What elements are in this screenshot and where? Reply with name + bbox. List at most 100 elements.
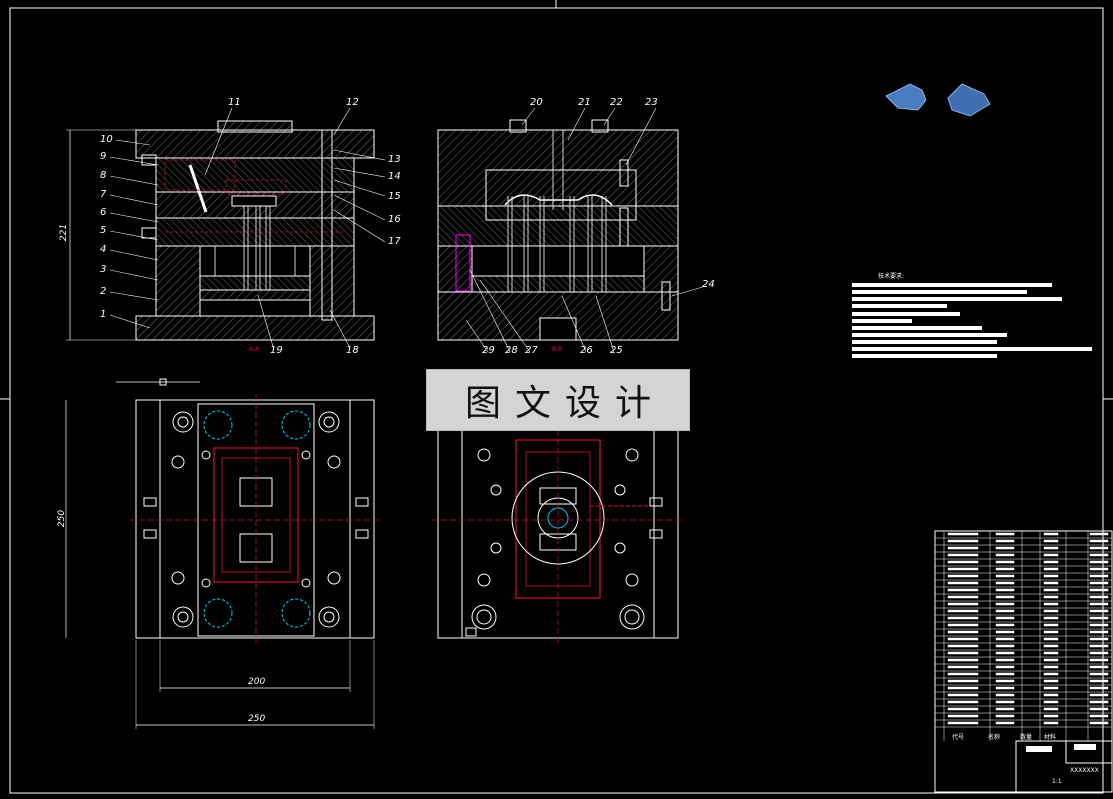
parts-list-cell-text	[1043, 714, 1059, 718]
watermark-text: 图文设计	[464, 383, 665, 424]
dimension-width-outer: 250	[248, 714, 266, 724]
parts-list-cell-text	[947, 588, 979, 592]
parts-list-cell-text	[947, 581, 979, 585]
parts-list-cell-text	[947, 693, 979, 697]
parts-list-cell-text	[947, 672, 979, 676]
parts-list-cell-text	[1043, 560, 1059, 564]
parts-list-cell-text	[947, 609, 979, 613]
part-label-9: 9	[100, 151, 107, 162]
parts-list-cell-text	[995, 644, 1015, 648]
technical-requirements-text	[852, 283, 1092, 358]
parts-list-cell-text	[947, 651, 979, 655]
parts-list-cell-text	[1089, 595, 1109, 599]
parts-list-cell-text	[995, 539, 1015, 543]
part-label-16: 16	[388, 214, 401, 225]
part-label-18: 18	[346, 345, 359, 356]
parts-list-cell-text	[995, 686, 1015, 690]
parts-list-cell-text	[1043, 672, 1059, 676]
watermark-banner: 图文设计	[426, 369, 690, 431]
parts-list-cell-text	[1043, 644, 1059, 648]
parts-list-cell-text	[1089, 721, 1109, 725]
parts-list-cell-text	[1043, 700, 1059, 704]
parts-list-cell-text	[947, 686, 979, 690]
parts-list-cell-text	[947, 700, 979, 704]
parts-list-cell-text	[947, 602, 979, 606]
parts-list-cell-text	[995, 588, 1015, 592]
parts-list-cell-text	[995, 700, 1015, 704]
parts-list-cell-text	[1043, 574, 1059, 578]
parts-list-cell-text	[947, 553, 979, 557]
parts-list-cell-text	[995, 567, 1015, 571]
title-block-name-col: 名称	[988, 734, 1001, 741]
parts-list-cell-text	[947, 637, 979, 641]
parts-list-cell-text	[995, 560, 1015, 564]
parts-list-cell-text	[1089, 602, 1109, 606]
parts-list-cell-text	[947, 595, 979, 599]
part-label-13: 13	[388, 154, 401, 165]
parts-list-cell-text	[995, 658, 1015, 662]
part-label-21: 21	[578, 97, 591, 108]
parts-list-cell-text	[1089, 581, 1109, 585]
parts-list-cell-text	[1043, 693, 1059, 697]
part-label-8: 8	[100, 170, 107, 181]
parts-list-cell-text	[947, 665, 979, 669]
parts-list-cell-text	[1043, 651, 1059, 655]
parts-list-cell-text	[947, 721, 979, 725]
parts-list-cell-text	[1089, 623, 1109, 627]
dimension-height: 221	[59, 223, 70, 242]
parts-list-cell-text	[995, 721, 1015, 725]
parts-list-cell-text	[947, 532, 979, 536]
parts-list-cell-text	[1043, 665, 1059, 669]
plan-view-fixed	[65, 378, 380, 729]
part-isometric-view	[885, 83, 991, 117]
part-label-22: 22	[610, 97, 623, 108]
part-label-3: 3	[100, 264, 107, 275]
part-label-7: 7	[100, 189, 107, 200]
parts-list-cell-text	[947, 616, 979, 620]
parts-list-cell-text	[995, 665, 1015, 669]
title-block-qty-col: 数量	[1020, 734, 1033, 741]
plan-view-moving	[432, 394, 684, 644]
parts-list-cell-text	[1043, 546, 1059, 550]
parts-list-cell-text	[1043, 595, 1059, 599]
parts-list-cell-text	[1043, 553, 1059, 557]
parts-list-cell-text	[1089, 616, 1109, 620]
part-label-14: 14	[388, 171, 401, 182]
parts-list-cell-text	[1043, 609, 1059, 613]
parts-list-cell-text	[1089, 700, 1109, 704]
part-label-20: 20	[530, 97, 543, 108]
parts-list-cell-text	[995, 679, 1015, 683]
parts-list-cell-text	[1089, 707, 1109, 711]
parts-list-cell-text	[947, 630, 979, 634]
parts-list-cell-text	[995, 651, 1015, 655]
parts-list-cell-text	[1043, 707, 1059, 711]
part-label-15: 15	[388, 191, 401, 202]
part-label-4: 4	[100, 244, 107, 255]
parts-list-cell-text	[1089, 588, 1109, 592]
parts-list-cell-text	[947, 560, 979, 564]
parts-list-cell-text	[1043, 581, 1059, 585]
parts-list-cell-text	[1043, 539, 1059, 543]
parts-list-cell-text	[947, 658, 979, 662]
parts-list-cell-text	[1089, 546, 1109, 550]
part-label-27: 27	[525, 345, 538, 356]
parts-list-cell-text	[1089, 679, 1109, 683]
parts-list-cell-text	[1089, 672, 1109, 676]
title-block-material-col: 材料	[1044, 734, 1057, 741]
title-block-drawing-no: XXXXXXX	[1070, 767, 1099, 774]
parts-list-cell-text	[1089, 665, 1109, 669]
parts-list-cell-text	[1089, 658, 1109, 662]
parts-list-cell-text	[947, 546, 979, 550]
parts-list-cell-text	[1089, 532, 1109, 536]
part-label-11: 11	[228, 97, 241, 108]
part-label-12: 12	[346, 97, 359, 108]
parts-list-cell-text	[1089, 693, 1109, 697]
parts-list-cell-text	[1043, 623, 1059, 627]
parts-list-cell-text	[1089, 644, 1109, 648]
dimension-width-inner: 200	[248, 677, 266, 687]
parts-list-cell-text	[995, 630, 1015, 634]
parts-list-cell-text	[1043, 679, 1059, 683]
section-view-a	[66, 107, 386, 351]
section-label-b: B-B	[552, 346, 563, 353]
parts-list-cell-text	[1043, 637, 1059, 641]
